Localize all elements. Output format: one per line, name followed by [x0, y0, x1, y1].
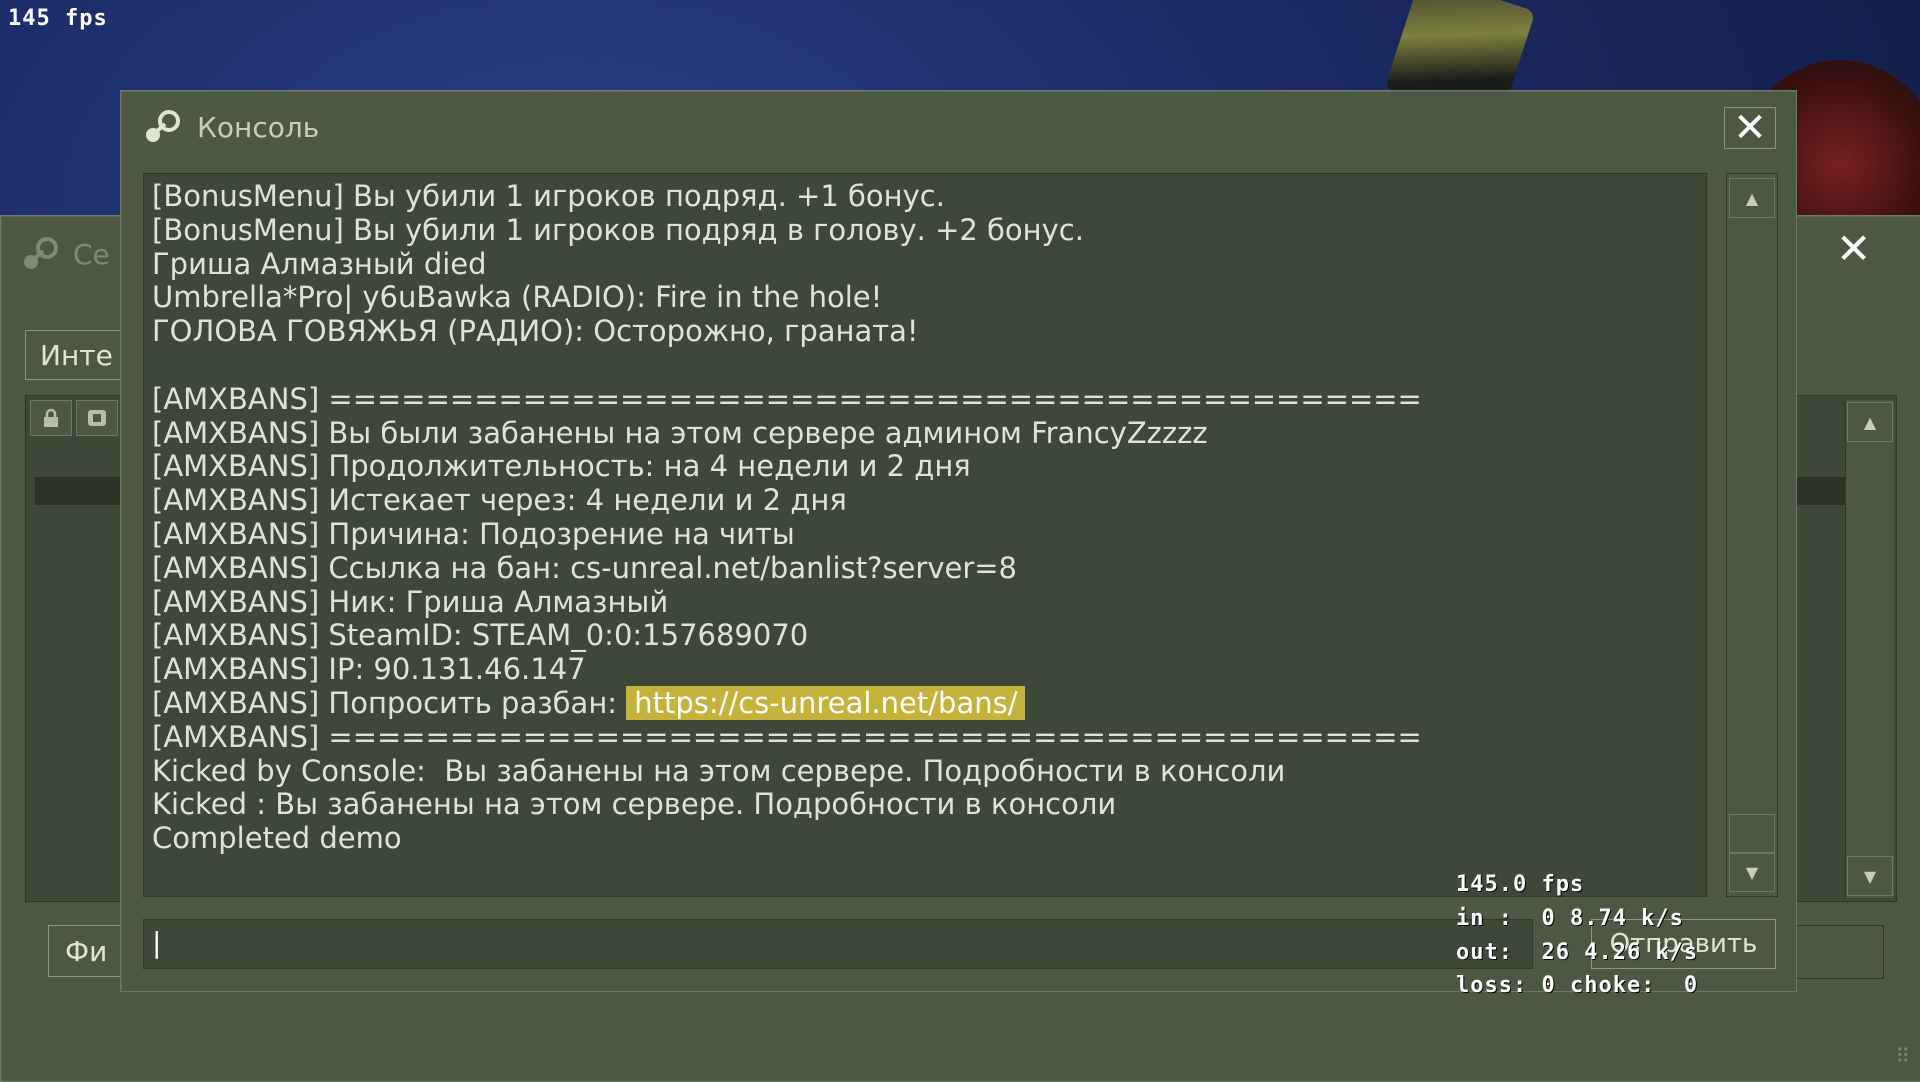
console-line: Completed demo — [152, 821, 402, 856]
server-close-icon[interactable]: ✕ — [1836, 228, 1871, 270]
scroll-down-icon[interactable]: ▼ — [1847, 856, 1893, 896]
scroll-up-icon[interactable]: ▲ — [1847, 402, 1893, 442]
scroll-up-icon[interactable]: ▲ — [1729, 178, 1775, 218]
console-line-unban: [AMXBANS] Попросить разбан: https://cs-u… — [152, 685, 1422, 721]
bot-icon[interactable] — [76, 400, 118, 436]
netgraph-out: out: 26 4.26 k/s — [1456, 939, 1699, 965]
console-line: [AMXBANS] IP: 90.131.46.147 — [152, 652, 586, 687]
console-line: [BonusMenu] Вы убили 1 игроков подряд. +… — [152, 179, 945, 213]
netgraph-in: in : 0 8.74 k/s — [1456, 905, 1684, 931]
steam-icon — [146, 110, 180, 142]
netgraph-overlay: 145.0 fps in : 0 8.74 k/s out: 26 4.26 k/s… — [1456, 868, 1698, 1003]
scrollbar-thumb[interactable] — [1729, 814, 1775, 854]
console-title: Консоль — [197, 110, 320, 144]
server-window-titlebar[interactable]: Се — [19, 236, 110, 272]
console-line: [AMXBANS] Причина: Подозрение на читы — [152, 516, 795, 551]
console-line: Гриша Алмазный died — [152, 246, 487, 281]
netgraph-fps: 145.0 fps — [1456, 872, 1585, 897]
lock-icon[interactable] — [30, 400, 72, 436]
scroll-down-icon[interactable]: ▼ — [1729, 852, 1775, 892]
server-window-title: Се — [73, 237, 110, 271]
console-line: [AMXBANS] Вы были забанены на этом серве… — [152, 415, 1208, 450]
console-line: [AMXBANS] Истекает через: 4 недели и 2 д… — [152, 483, 847, 518]
console-line: [AMXBANS] SteamID: STEAM_0:0:157689070 — [152, 618, 809, 653]
console-line: ГОЛОВА ГОВЯЖЬЯ (РАДИО): Осторожно, грана… — [152, 314, 919, 349]
console-scrollbar[interactable]: ▲ ▼ — [1726, 173, 1778, 897]
console-titlebar[interactable]: Консоль — [141, 109, 319, 145]
console-line: [AMXBANS] Ссылка на бан: cs-unreal.net/b… — [152, 550, 1018, 585]
console-output[interactable]: [BonusMenu] Вы убили 1 игроков подряд. +… — [143, 173, 1707, 897]
console-line: Kicked by Console: Вы забанены на этом с… — [152, 753, 1286, 788]
console-window: Консоль ✕ [BonusMenu] Вы убили 1 игроков… — [120, 90, 1797, 992]
console-close-icon[interactable]: ✕ — [1724, 107, 1776, 149]
console-line: [AMXBANS] ==============================… — [152, 719, 1422, 754]
resize-grip-icon[interactable]: ⠿ — [1895, 1044, 1910, 1068]
console-line: Kicked : Вы забанены на этом сервере. По… — [152, 787, 1117, 822]
server-list-scrollbar[interactable]: ▲ ▼ — [1845, 400, 1894, 898]
console-line: [BonusMenu] Вы убили 1 игроков подряд в … — [152, 212, 1084, 247]
console-log: [BonusMenu] Вы убили 1 игроков подряд. +… — [152, 179, 1422, 856]
console-line: [AMXBANS] Продолжительность: на 4 недели… — [152, 449, 971, 484]
console-line-prefix: [AMXBANS] Попросить разбан: — [152, 685, 627, 720]
console-line: [AMXBANS] ==============================… — [152, 381, 1422, 416]
console-command-input[interactable]: | — [143, 919, 1533, 969]
console-line: [AMXBANS] Ник: Гриша Алмазный — [152, 584, 669, 619]
server-list-column-headers — [30, 400, 118, 436]
steam-icon — [24, 237, 58, 269]
console-line: Umbrella*Pro| y6uBawka (RADIO): Fire in … — [152, 280, 883, 315]
unban-link[interactable]: https://cs-unreal.net/bans/ — [626, 685, 1026, 720]
fps-counter: 145 fps — [8, 6, 108, 31]
netgraph-loss: loss: 0 choke: 0 — [1456, 973, 1699, 999]
